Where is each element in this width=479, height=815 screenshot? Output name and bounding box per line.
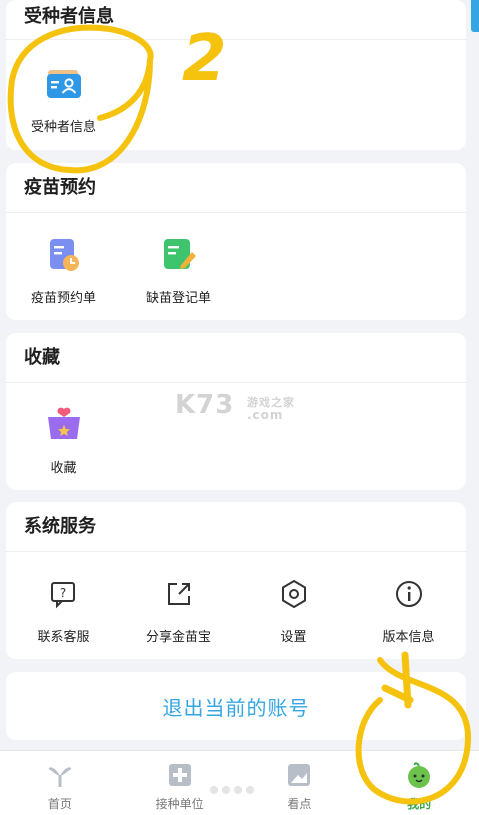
page-indicator-dots: [210, 786, 254, 794]
recipient-info-entry[interactable]: 受种者信息: [6, 54, 121, 135]
favorites-box-icon: [44, 405, 84, 445]
favorites-entry[interactable]: 收藏: [6, 389, 121, 476]
settings-icon: [274, 574, 314, 614]
customer-service-entry[interactable]: ? 联系客服: [6, 558, 121, 645]
appointment-doc-icon: [44, 235, 84, 275]
vaccine-appointment-card: 疫苗预约 疫苗预约单 缺苗登记单: [6, 163, 466, 320]
logout-button[interactable]: 退出当前的账号: [6, 672, 466, 740]
section-title-favorites: 收藏: [6, 333, 466, 383]
missing-vaccine-register-entry[interactable]: 缺苗登记单: [121, 219, 236, 306]
k73-watermark: K73 游戏之家 .com: [175, 390, 295, 422]
profile-melon-icon: [408, 762, 431, 788]
settings-entry[interactable]: 设置: [236, 558, 351, 645]
share-entry[interactable]: 分享金苗宝: [121, 558, 236, 645]
tab-clinic[interactable]: 接种单位: [120, 751, 240, 815]
home-sprout-icon: [48, 767, 71, 787]
page-dot: [246, 786, 254, 794]
clinic-icon: [168, 764, 191, 786]
info-icon: [389, 574, 429, 614]
news-icon: [288, 764, 311, 786]
bottom-tab-bar: 首页 接种单位 看点 我的: [0, 750, 479, 815]
system-services-card: 系统服务 ? 联系客服 分享金苗宝 设置 版本信息: [6, 502, 466, 659]
tab-mine[interactable]: 我的: [359, 751, 479, 815]
vaccine-appointment-entry[interactable]: 疫苗预约单: [6, 219, 121, 306]
scroll-edge-indicator: [471, 0, 479, 32]
version-info-entry[interactable]: 版本信息: [351, 558, 466, 645]
section-title-recipient: 受种者信息: [6, 0, 466, 40]
tab-news[interactable]: 看点: [240, 751, 360, 815]
customer-service-icon: ?: [44, 574, 84, 614]
favorites-card: 收藏 收藏: [6, 333, 466, 490]
id-card-icon: [44, 64, 84, 104]
share-icon: [159, 574, 199, 614]
page-dot: [234, 786, 242, 794]
page-dot: [210, 786, 218, 794]
register-form-icon: [159, 235, 199, 275]
section-title-system: 系统服务: [6, 502, 466, 552]
recipient-info-card: 受种者信息 受种者信息: [6, 0, 466, 150]
tab-home[interactable]: 首页: [0, 751, 120, 815]
section-title-vaccine: 疫苗预约: [6, 163, 466, 213]
svg-text:?: ?: [59, 586, 65, 600]
page-dot: [222, 786, 230, 794]
